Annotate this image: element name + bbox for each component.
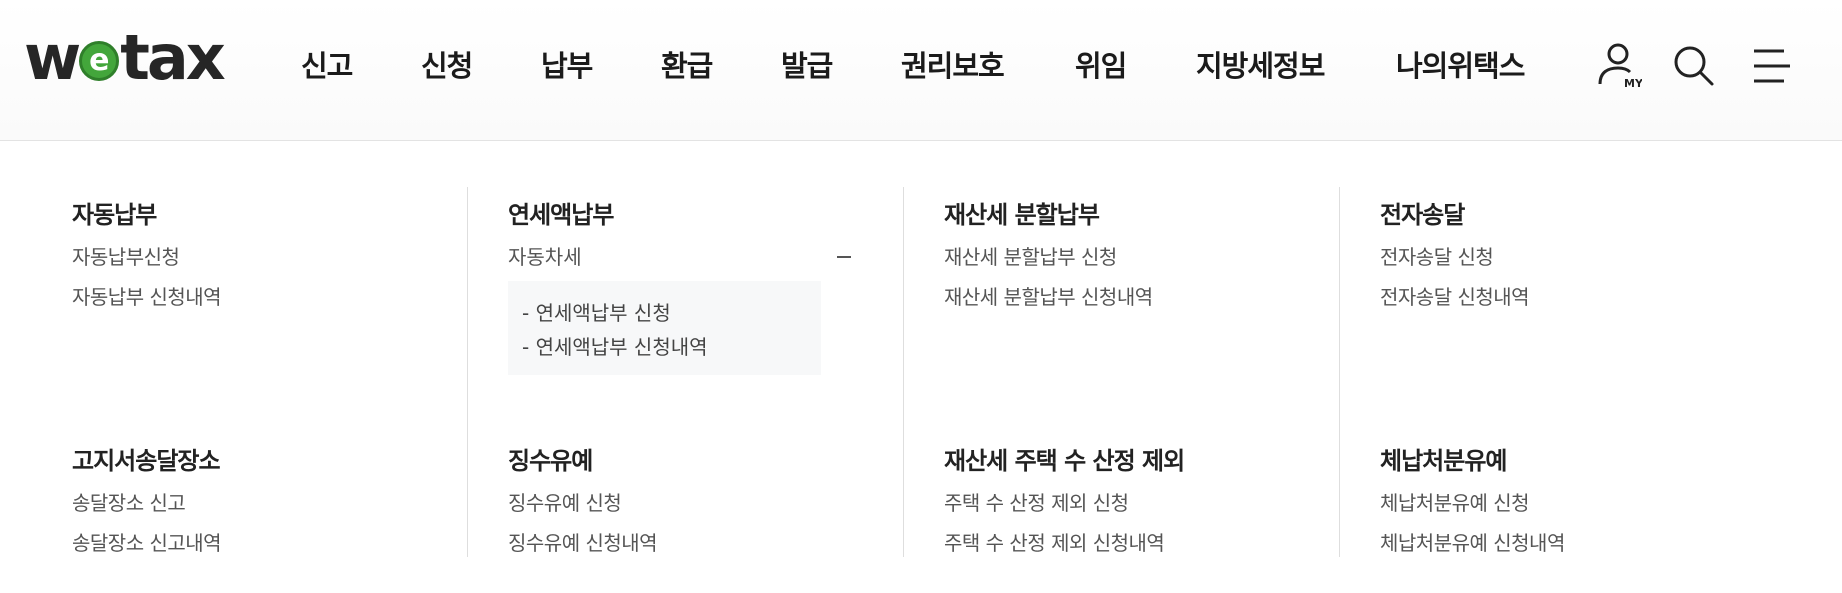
logo-e-circle: e — [79, 41, 120, 81]
menu-link-annual-payment-history[interactable]: - 연세액납부 신청내역 — [522, 331, 708, 360]
menu-group-title: 재산세 분할납부 — [944, 201, 1100, 229]
menu-link-delivery-place-report[interactable]: 송달장소 신고 — [72, 487, 186, 516]
nav-item-apply[interactable]: 신청 — [421, 43, 473, 85]
mega-menu-panel: 자동납부 자동납부신청 자동납부 신청내역 연세액납부 자동차세 - 연세액납부… — [0, 141, 1842, 593]
menu-group-housing-count-exclusion: 재산세 주택 수 산정 제외 주택 수 산정 제외 신청 주택 수 산정 제외 … — [944, 441, 1185, 555]
menu-link-auto-payment-history[interactable]: 자동납부 신청내역 — [72, 281, 222, 310]
toggle-vehicle-tax[interactable]: 자동차세 — [508, 241, 582, 270]
menu-group-notice-delivery-place: 고지서송달장소 송달장소 신고 송달장소 신고내역 — [72, 441, 222, 555]
menu-group-title: 징수유예 — [508, 447, 593, 475]
menu-link-auto-payment-apply[interactable]: 자동납부신청 — [72, 241, 180, 270]
user-my-icon[interactable]: MY — [1594, 42, 1644, 90]
menu-link-annual-payment-apply[interactable]: - 연세액납부 신청 — [522, 297, 671, 326]
menu-link-delinquency-deferral-apply[interactable]: 체납처분유예 신청 — [1380, 487, 1530, 516]
nav-item-local-tax-info[interactable]: 지방세정보 — [1196, 43, 1325, 85]
menu-group-auto-payment: 자동납부 자동납부신청 자동납부 신청내역 — [72, 195, 222, 309]
menu-link-property-installment-apply[interactable]: 재산세 분할납부 신청 — [944, 241, 1117, 270]
menu-group-title: 재산세 주택 수 산정 제외 — [944, 447, 1185, 475]
menu-group-title: 연세액납부 — [508, 201, 614, 229]
menu-link-collection-deferral-history[interactable]: 징수유예 신청내역 — [508, 527, 658, 556]
hamburger-menu-icon[interactable] — [1748, 42, 1796, 90]
menu-link-property-installment-history[interactable]: 재산세 분할납부 신청내역 — [944, 281, 1153, 310]
site-header: w e tax 신고 신청 납부 환급 발급 권리보호 위임 지방세정보 나의위… — [0, 0, 1842, 141]
menu-group-title: 고지서송달장소 — [72, 447, 221, 475]
nav-item-payment[interactable]: 납부 — [541, 43, 593, 85]
menu-link-electronic-delivery-history[interactable]: 전자송달 신청내역 — [1380, 281, 1530, 310]
column-divider — [1339, 187, 1340, 557]
column-divider — [467, 187, 468, 557]
menu-group-title: 자동납부 — [72, 201, 157, 229]
nav-item-report[interactable]: 신고 — [301, 43, 353, 85]
nav-item-refund[interactable]: 환급 — [661, 43, 713, 85]
column-divider — [903, 187, 904, 557]
menu-link-delinquency-deferral-history[interactable]: 체납처분유예 신청내역 — [1380, 527, 1565, 556]
minus-icon[interactable] — [837, 256, 851, 258]
submenu-box: - 연세액납부 신청 - 연세액납부 신청내역 — [508, 281, 821, 375]
menu-group-property-installment: 재산세 분할납부 재산세 분할납부 신청 재산세 분할납부 신청내역 — [944, 195, 1153, 309]
menu-link-delivery-place-history[interactable]: 송달장소 신고내역 — [72, 527, 222, 556]
search-icon[interactable] — [1670, 42, 1718, 90]
menu-group-title: 전자송달 — [1380, 201, 1465, 229]
menu-group-electronic-delivery: 전자송달 전자송달 신청 전자송달 신청내역 — [1380, 195, 1530, 309]
menu-link-housing-exclusion-apply[interactable]: 주택 수 산정 제외 신청 — [944, 487, 1129, 516]
logo-w: w — [24, 21, 81, 94]
nav-item-delegation[interactable]: 위임 — [1075, 43, 1127, 85]
menu-link-collection-deferral-apply[interactable]: 징수유예 신청 — [508, 487, 622, 516]
nav-item-my-wetax[interactable]: 나의위택스 — [1396, 43, 1525, 85]
my-label: MY — [1624, 77, 1642, 90]
menu-group-annual-payment: 연세액납부 자동차세 - 연세액납부 신청 - 연세액납부 신청내역 — [508, 195, 851, 375]
nav-item-issue[interactable]: 발급 — [781, 43, 833, 85]
menu-group-collection-deferral: 징수유예 징수유예 신청 징수유예 신청내역 — [508, 441, 658, 555]
menu-group-title: 체납처분유예 — [1380, 447, 1507, 475]
menu-link-electronic-delivery-apply[interactable]: 전자송달 신청 — [1380, 241, 1494, 270]
menu-group-delinquency-deferral: 체납처분유예 체납처분유예 신청 체납처분유예 신청내역 — [1380, 441, 1565, 555]
menu-link-housing-exclusion-history[interactable]: 주택 수 산정 제외 신청내역 — [944, 527, 1165, 556]
nav-item-rights-protection[interactable]: 권리보호 — [901, 43, 1005, 85]
logo-tax: tax — [120, 21, 225, 94]
wetax-logo[interactable]: w e tax — [24, 21, 226, 94]
